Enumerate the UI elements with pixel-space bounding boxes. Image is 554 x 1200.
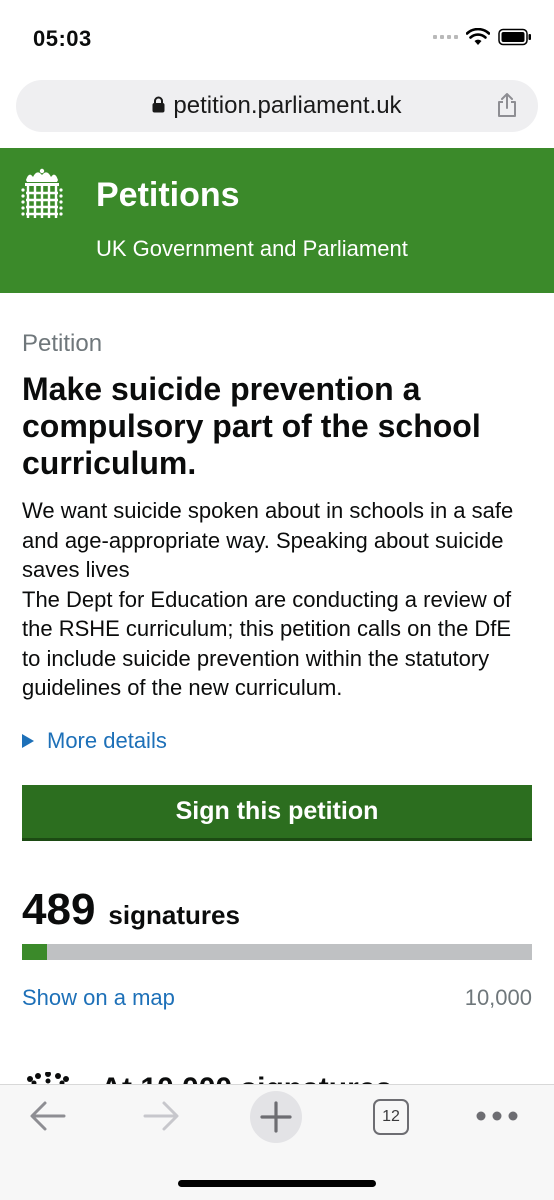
battery-icon — [498, 28, 531, 46]
new-tab-plus-icon[interactable] — [250, 1091, 302, 1143]
site-header: Petitions UK Government and Parliament — [0, 148, 554, 293]
disclosure-triangle-icon — [22, 733, 34, 748]
site-title[interactable]: Petitions — [96, 176, 240, 215]
portcullis-icon — [21, 168, 63, 218]
url-display[interactable]: petition.parliament.uk — [16, 92, 538, 120]
back-arrow-icon[interactable] — [28, 1098, 68, 1134]
address-bar[interactable]: petition.parliament.uk — [16, 80, 538, 132]
signature-count: 489 signatures — [22, 885, 240, 935]
forward-arrow-icon[interactable] — [141, 1098, 181, 1134]
wifi-icon — [466, 28, 490, 45]
signal-icon — [433, 35, 458, 39]
petition-title: Make suicide prevention a compulsory par… — [22, 371, 481, 481]
status-icons — [433, 28, 532, 46]
petition-caption: Petition — [22, 330, 103, 357]
signature-progress-bar — [22, 944, 532, 960]
share-icon[interactable] — [496, 92, 518, 118]
signature-target: 10,000 — [464, 985, 532, 1010]
home-indicator — [178, 1180, 376, 1187]
sign-petition-button[interactable]: Sign this petition — [22, 785, 532, 841]
petition-body: We want suicide spoken about in schools … — [22, 498, 514, 700]
more-details-label: More details — [47, 727, 167, 753]
show-on-map-link[interactable]: Show on a map — [22, 985, 175, 1011]
site-subtitle: UK Government and Parliament — [96, 236, 408, 261]
more-details-toggle[interactable]: More details — [22, 728, 532, 754]
url-text: petition.parliament.uk — [173, 92, 402, 119]
signature-number: 489 — [22, 885, 96, 934]
status-time: 05:03 — [33, 26, 92, 51]
tab-switcher-icon[interactable]: 12 — [373, 1099, 409, 1135]
signature-progress-fill — [22, 944, 47, 960]
tab-count: 12 — [382, 1108, 400, 1125]
status-bar: 05:03 — [0, 0, 554, 80]
petition-content: Petition Make suicide prevention a compu… — [22, 330, 532, 754]
signature-label: signatures — [108, 900, 240, 930]
more-options-icon[interactable] — [476, 1111, 518, 1121]
lock-icon — [152, 96, 165, 113]
